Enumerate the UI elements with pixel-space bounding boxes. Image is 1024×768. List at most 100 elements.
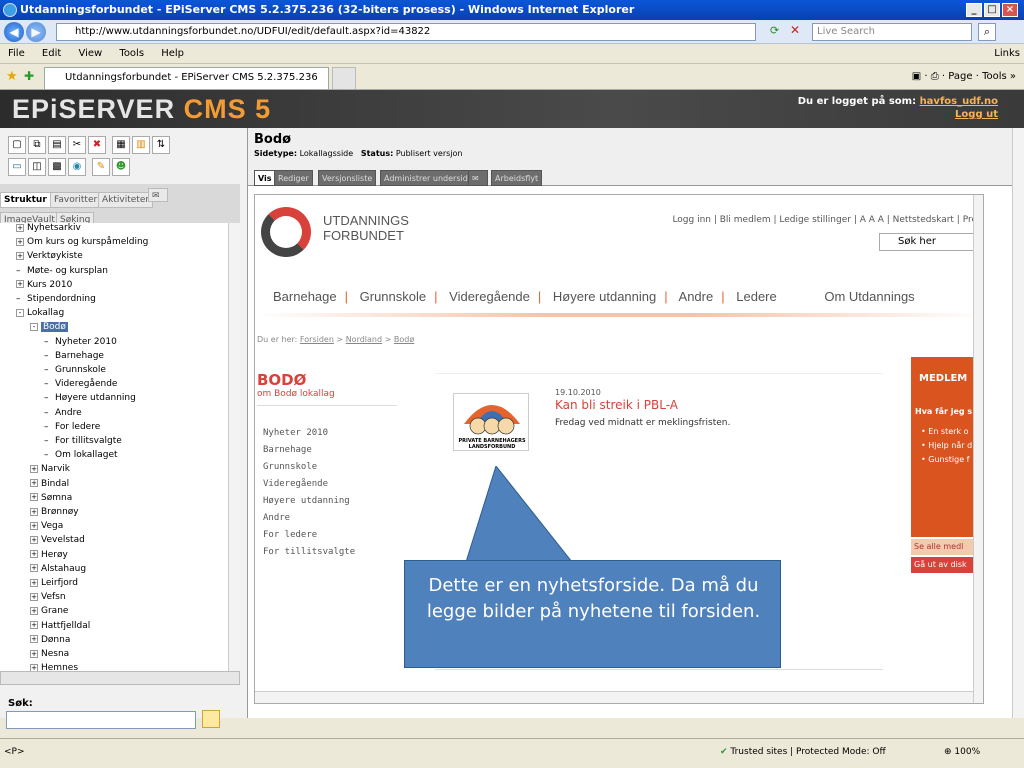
collapse-icon[interactable]: -	[16, 308, 24, 317]
feeds-icon[interactable]: ▣	[912, 71, 921, 82]
print-icon[interactable]: ⎙	[931, 71, 939, 82]
tree-node-label[interactable]: For ledere	[55, 422, 100, 432]
new-tab-button[interactable]	[332, 67, 356, 89]
tree-node-label[interactable]: Lokallag	[27, 308, 64, 318]
tree-node-label[interactable]: Grane	[41, 606, 68, 616]
tab-administrer-undersider[interactable]: Administrer undersider	[380, 170, 480, 186]
tree-node-label[interactable]: Høyere utdanning	[55, 393, 136, 403]
tree-node[interactable]: – For tillitsvalgte	[44, 436, 122, 446]
globe-icon[interactable]: ◉	[68, 158, 86, 176]
tree-node-label[interactable]: For tillitsvalgte	[55, 436, 122, 446]
tree-node[interactable]: – Grunnskole	[44, 365, 106, 375]
tree-node[interactable]: – Nyheter 2010	[44, 337, 117, 347]
expand-icon[interactable]: +	[30, 535, 38, 544]
tab-vis[interactable]: Vis	[254, 170, 276, 186]
news-title[interactable]: Kan bli streik i PBL-A	[555, 398, 678, 412]
expand-icon[interactable]: +	[16, 223, 24, 232]
nav-om-utdannings[interactable]: Om Utdannings	[824, 289, 914, 304]
tree-node-label[interactable]: Nyheter 2010	[55, 337, 117, 347]
url-input[interactable]: http://www.utdanningsforbundet.no/UDFUI/…	[56, 23, 756, 41]
tree-node[interactable]: + Nyhetsarkiv	[16, 223, 81, 233]
expand-icon[interactable]: +	[30, 550, 38, 559]
tree-node[interactable]: + Alstahaug	[30, 564, 86, 574]
menu-view[interactable]: View	[78, 48, 102, 59]
menu-help[interactable]: Help	[161, 48, 184, 59]
expand-icon[interactable]: +	[30, 507, 38, 516]
image-icon[interactable]: ▩	[48, 158, 66, 176]
tree-node[interactable]: + Nesna	[30, 649, 69, 659]
tree-node-label[interactable]: Om lokallaget	[55, 450, 118, 460]
tree-node[interactable]: – Stipendordning	[16, 294, 96, 304]
tree-node-label[interactable]: Møte- og kursplan	[27, 266, 108, 276]
links-label[interactable]: Links	[994, 44, 1020, 64]
tree-node[interactable]: + Herøy	[30, 550, 68, 560]
maximize-button[interactable]: □	[984, 3, 1000, 17]
tree-node[interactable]: – Barnehage	[44, 351, 104, 361]
tree-node-label[interactable]: Verktøykiste	[27, 251, 83, 261]
tree-node[interactable]: - Lokallag	[16, 308, 64, 318]
expand-icon[interactable]: +	[16, 251, 24, 260]
expand-icon[interactable]: +	[30, 521, 38, 530]
site-top-links[interactable]: Logg inn | Bli medlem | Ledige stillinge…	[672, 215, 977, 225]
tree-node-label[interactable]: Nesna	[41, 649, 69, 659]
expand-icon[interactable]: +	[16, 280, 24, 289]
tree-node[interactable]: + Leirfjord	[30, 578, 78, 588]
preview-icon[interactable]: ◫	[28, 158, 46, 176]
preview-vertical-scrollbar[interactable]	[973, 195, 983, 703]
browser-tab[interactable]: Utdanningsforbundet - EPiServer CMS 5.2.…	[44, 67, 329, 103]
side-menu-item[interactable]: For ledere	[263, 527, 355, 544]
tree-node-label[interactable]: Vega	[41, 521, 63, 531]
message-icon[interactable]: ✉	[148, 188, 168, 202]
logout-link[interactable]: Logg ut	[955, 109, 998, 120]
side-menu-item[interactable]: Barnehage	[263, 442, 355, 459]
tab-struktur[interactable]: Struktur	[0, 192, 51, 208]
tree-node-label[interactable]: Vevelstad	[41, 535, 85, 545]
message-tab-icon[interactable]: ✉	[468, 170, 488, 186]
close-button[interactable]: ×	[1002, 3, 1018, 17]
side-menu-item[interactable]: Grunnskole	[263, 459, 355, 476]
expand-icon[interactable]: +	[30, 606, 38, 615]
side-menu-item[interactable]: Nyheter 2010	[263, 425, 355, 442]
minimize-button[interactable]: _	[966, 3, 982, 17]
tree-node-label[interactable]: Herøy	[41, 550, 68, 560]
new-page-icon[interactable]: ▢	[8, 136, 26, 154]
tree-node[interactable]: + Bindal	[30, 479, 69, 489]
section-subtitle[interactable]: om Bodø lokallag	[257, 389, 335, 399]
username-link[interactable]: havfos_udf.no	[920, 96, 998, 107]
tree-node-label[interactable]: Stipendordning	[27, 294, 96, 304]
tab-aktiviteter[interactable]: Aktiviteter	[98, 192, 154, 208]
tree-node-label[interactable]: Hattfjelldal	[41, 621, 90, 631]
tree-node[interactable]: + Vevelstad	[30, 535, 85, 545]
refresh-icon[interactable]: ⟳	[770, 24, 779, 37]
stop-icon[interactable]: ✕	[790, 23, 800, 37]
nav-grunnskole[interactable]: Grunnskole	[360, 289, 426, 304]
security-zone[interactable]: ✔ Trusted sites | Protected Mode: Off	[720, 747, 886, 757]
tree-node-label[interactable]: Bodø	[41, 322, 68, 333]
editor-vertical-scrollbar[interactable]	[1012, 128, 1024, 718]
medlem-bullet-2[interactable]: • Hjelp når d	[921, 441, 972, 450]
tree-node-label[interactable]: Nyhetsarkiv	[27, 223, 81, 233]
tree-node[interactable]: + Kurs 2010	[16, 280, 72, 290]
tools-icon[interactable]: ✎	[92, 158, 110, 176]
tab-rediger[interactable]: Rediger	[274, 170, 313, 186]
tree-node[interactable]: – Om lokallaget	[44, 450, 118, 460]
side-menu-item[interactable]: Høyere utdanning	[263, 493, 355, 510]
medlem-bullet-1[interactable]: • En sterk o	[921, 427, 969, 436]
tree-node-label[interactable]: Leirfjord	[41, 578, 78, 588]
tree-node-label[interactable]: Sømna	[41, 493, 72, 503]
search-icon[interactable]: ⌕	[978, 23, 996, 41]
breadcrumb-bodo[interactable]: Bodø	[394, 335, 414, 344]
medlem-bullet-3[interactable]: • Gunstige f	[921, 455, 970, 464]
tree-node-label[interactable]: Bindal	[41, 479, 69, 489]
tree-node-label[interactable]: Vefsn	[41, 592, 66, 602]
tree-node-label[interactable]: Andre	[55, 408, 82, 418]
favorites-star-icon[interactable]: ★	[6, 69, 18, 84]
nav-videregaende[interactable]: Videregående	[449, 289, 530, 304]
tree-node[interactable]: + Om kurs og kurspåmelding	[16, 237, 148, 247]
monitor-icon[interactable]: ▭	[8, 158, 26, 176]
add-favorite-icon[interactable]: ✚	[24, 69, 34, 83]
tree-node-label[interactable]: Grunnskole	[55, 365, 106, 375]
tree-node[interactable]: – Høyere utdanning	[44, 393, 136, 403]
nav-barnehage[interactable]: Barnehage	[273, 289, 337, 304]
copy-icon[interactable]: ⧉	[28, 136, 46, 154]
